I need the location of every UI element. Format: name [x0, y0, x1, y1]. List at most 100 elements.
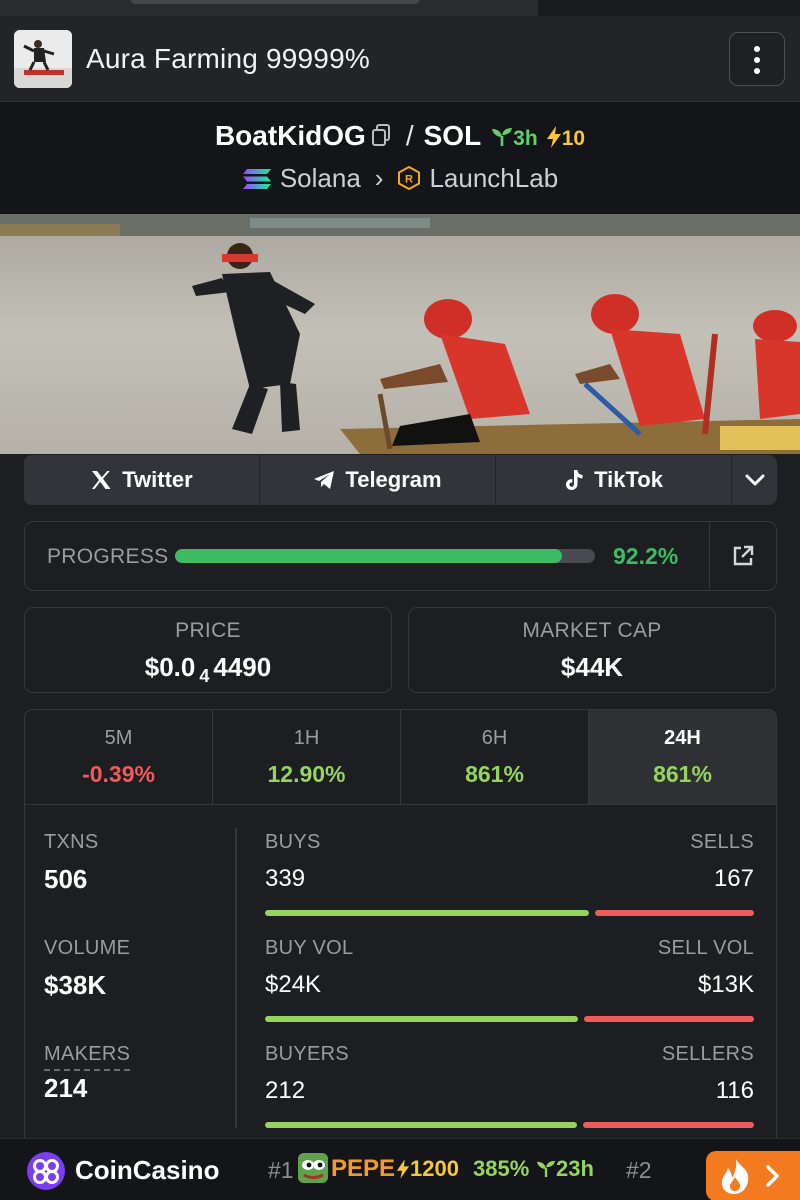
trade-metrics: TXNS 506 VOLUME $38K MAKERS 214 BUYS SEL…	[25, 806, 776, 1148]
ticker-token-boost: 1200	[396, 1156, 459, 1182]
buyers-bar	[265, 1122, 577, 1128]
ticker-boost-value: 1200	[410, 1156, 459, 1181]
seedling-icon	[537, 1160, 555, 1178]
lightning-icon	[396, 1159, 410, 1179]
ticker-token-name[interactable]: PEPE	[331, 1155, 395, 1183]
tab-5m[interactable]: 5M -0.39%	[25, 710, 213, 804]
url-bar-fragment[interactable]	[130, 0, 420, 4]
sell-vol-label: SELL VOL	[657, 937, 754, 959]
external-link-icon	[733, 545, 754, 565]
coincasino-logo-icon[interactable]	[26, 1151, 66, 1196]
tab-6h[interactable]: 6H 861%	[401, 710, 589, 804]
makers-value: 214	[44, 1073, 88, 1103]
telegram-label: Telegram	[345, 467, 442, 492]
sellers-value: 116	[715, 1077, 754, 1104]
token-avatar	[14, 30, 72, 88]
market-cap-card: MARKET CAP $44K	[408, 607, 776, 693]
kebab-dot-icon	[754, 57, 760, 63]
price-card: PRICE $0.0 4 4490	[24, 607, 392, 693]
buy-vol-bar	[265, 1016, 578, 1022]
buys-sells-row: BUYS SELLS 339 167	[265, 831, 754, 916]
base-symbol: BoatKidOG	[214, 120, 366, 151]
buyers-sellers-row: BUYERS SELLERS 212 116	[265, 1043, 754, 1128]
sell-vol-bar	[584, 1016, 754, 1022]
token-banner-image	[0, 214, 800, 454]
timeframe-tabs: 5M -0.39% 1H 12.90% 6H 861% 24H 861%	[25, 710, 776, 805]
external-link-button[interactable]	[709, 522, 776, 589]
bonding-progress-card: PROGRESS 92.2%	[24, 521, 777, 591]
tab-label: 24H	[664, 727, 701, 749]
price-value: $0.0 4 4490	[25, 652, 391, 687]
buy-vol-label: BUY VOL	[265, 937, 354, 959]
launchlab-icon: R	[398, 165, 421, 191]
pair-slash: /	[405, 120, 414, 151]
pair-boosts-value: 10	[561, 127, 586, 150]
progress-percent: 92.2%	[613, 543, 679, 569]
tiktok-icon	[566, 470, 583, 490]
tiktok-label: TikTok	[594, 467, 663, 492]
ticker-rank-1: #1	[268, 1157, 294, 1183]
market-cap-label: MARKET CAP	[522, 619, 662, 642]
sells-value: 167	[713, 865, 754, 892]
chain-link[interactable]: Solana	[242, 163, 361, 193]
trending-hot-button[interactable]	[706, 1151, 800, 1200]
pair-boosts[interactable]: 10	[546, 126, 586, 150]
ticker-token-change: 385%	[473, 1156, 530, 1181]
solana-icon	[242, 169, 271, 189]
price-change: 861%	[465, 761, 524, 787]
browser-top-strip	[0, 0, 800, 16]
price-prefix: $0.0	[144, 652, 196, 682]
makers-label[interactable]: MAKERS	[44, 1043, 131, 1071]
metrics-divider	[235, 828, 237, 1128]
volume-split-row: BUY VOL SELL VOL $24K $13K	[265, 937, 754, 1022]
kebab-dot-icon	[754, 68, 760, 74]
more-socials-button[interactable]	[732, 455, 777, 505]
txns-label: TXNS	[44, 831, 99, 853]
ticker-age-value: 23h	[556, 1156, 594, 1181]
breadcrumb-chevron-icon: ›	[374, 163, 384, 193]
sell-vol-value: $13K	[697, 971, 754, 998]
buys-label: BUYS	[265, 831, 321, 853]
tab-label: 5M	[104, 727, 133, 749]
txns-stat: TXNS 506	[44, 831, 99, 895]
twitter-link[interactable]: Twitter	[24, 455, 260, 505]
x-icon	[92, 471, 111, 489]
ticker-rank-2: #2	[626, 1157, 652, 1183]
tab-24h[interactable]: 24H 861%	[589, 710, 776, 804]
progress-label: PROGRESS	[47, 545, 169, 568]
volume-label: VOLUME	[44, 937, 131, 959]
ticker-token-age: 23h	[536, 1156, 594, 1182]
chevron-down-icon	[745, 474, 764, 486]
volume-stat: VOLUME $38K	[44, 937, 130, 1001]
sells-bar	[595, 910, 754, 916]
chain-breadcrumb: Solana › R LaunchLab	[0, 163, 800, 194]
telegram-link[interactable]: Telegram	[260, 455, 496, 505]
tab-label: 1H	[293, 727, 320, 749]
tab-1h[interactable]: 1H 12.90%	[213, 710, 401, 804]
price-change: -0.39%	[82, 761, 155, 787]
token-title: Aura Farming 99999%	[86, 43, 370, 74]
chevron-right-icon	[766, 1165, 779, 1187]
tiktok-link[interactable]: TikTok	[496, 455, 732, 505]
pair-age-value: 3h	[513, 127, 538, 150]
copy-icon[interactable]	[370, 122, 392, 154]
flame-icon	[721, 1159, 749, 1194]
dex-name: LaunchLab	[429, 163, 559, 193]
txns-value: 506	[44, 864, 88, 894]
progress-track	[175, 549, 595, 563]
twitter-label: Twitter	[122, 467, 193, 492]
more-options-button[interactable]	[729, 32, 785, 86]
buy-vol-value: $24K	[265, 971, 322, 998]
price-label: PRICE	[175, 619, 241, 642]
dex-link[interactable]: R LaunchLab	[397, 163, 558, 193]
lightning-icon	[546, 126, 561, 148]
pair-age: 3h	[491, 127, 538, 150]
sellers-label: SELLERS	[661, 1043, 754, 1065]
browser-strip-dark	[538, 0, 800, 16]
buys-bar	[265, 910, 589, 916]
casino-brand-name[interactable]: CoinCasino	[75, 1155, 219, 1186]
kebab-dot-icon	[754, 46, 760, 52]
price-zero-count: 4	[199, 666, 210, 686]
volume-value: $38K	[44, 970, 107, 1000]
trending-ticker: CoinCasino #1 PEPE 1200 385% 23h #2	[0, 1138, 800, 1200]
